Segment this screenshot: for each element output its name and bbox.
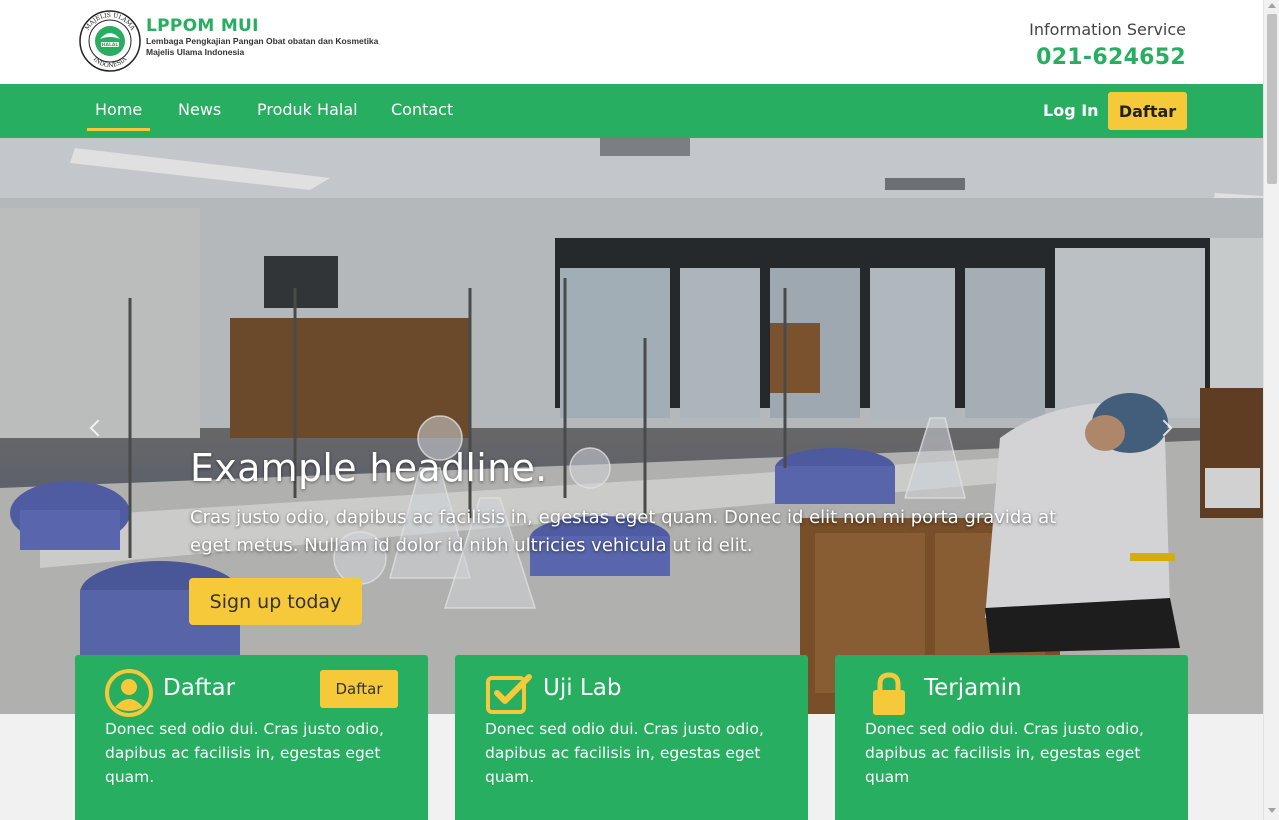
information-service: Information Service 021-624652 xyxy=(1029,20,1186,70)
svg-text:HALAL: HALAL xyxy=(102,42,119,48)
info-label: Information Service xyxy=(1029,20,1186,39)
page-scrollbar[interactable] xyxy=(1263,0,1279,820)
feature-card-uji-lab: Uji Lab Donec sed odio dui. Cras justo o… xyxy=(455,655,808,820)
hero-overlay xyxy=(0,138,1263,714)
scroll-down-icon[interactable] xyxy=(1268,808,1276,813)
feature-card-daftar: Daftar Daftar Donec sed odio dui. Cras j… xyxy=(75,655,428,820)
daftar-button[interactable]: Daftar xyxy=(1108,92,1187,130)
info-phone[interactable]: 021-624652 xyxy=(1029,45,1186,70)
card-body: Donec sed odio dui. Cras justo odio, dap… xyxy=(105,720,384,786)
nav-item-contact[interactable]: Contact xyxy=(391,100,453,119)
login-link[interactable]: Log In xyxy=(1043,101,1099,120)
card-title: Terjamin xyxy=(924,675,1022,701)
card-daftar-button[interactable]: Daftar xyxy=(320,670,398,708)
user-icon xyxy=(105,669,153,717)
lock-icon xyxy=(873,672,905,715)
main-nav: Home News Produk Halal Contact Log In Da… xyxy=(0,84,1263,138)
logo-subtitle-line-2: Majelis Ulama Indonesia xyxy=(146,47,245,57)
nav-item-home[interactable]: Home xyxy=(86,100,151,131)
card-body: Donec sed odio dui. Cras justo odio, dap… xyxy=(865,720,1144,786)
scroll-up-icon[interactable] xyxy=(1268,3,1276,8)
site-header: HALAL MAJELIS ULAMA INDONESIA LPPOM MUI … xyxy=(0,0,1263,84)
nav-item-produk-halal[interactable]: Produk Halal xyxy=(257,100,358,119)
hero-headline: Example headline. xyxy=(190,446,548,490)
checkbox-icon xyxy=(486,674,532,714)
nav-item-news[interactable]: News xyxy=(178,100,221,119)
mui-halal-seal-icon: HALAL MAJELIS ULAMA INDONESIA xyxy=(79,10,141,72)
logo-title: LPPOM MUI xyxy=(146,16,259,36)
logo-subtitle-line-1: Lembaga Pengkajian Pangan Obat obatan da… xyxy=(146,36,379,46)
scroll-thumb[interactable] xyxy=(1267,14,1277,184)
card-body: Donec sed odio dui. Cras justo odio, dap… xyxy=(485,720,764,786)
card-title: Uji Lab xyxy=(543,675,622,701)
hero-lead-text: Cras justo odio, dapibus ac facilisis in… xyxy=(190,507,1057,556)
hero-carousel: Example headline. Cras justo odio, dapib… xyxy=(0,138,1263,714)
card-title: Daftar xyxy=(163,675,236,701)
feature-card-terjamin: Terjamin Donec sed odio dui. Cras justo … xyxy=(835,655,1188,820)
signup-button[interactable]: Sign up today xyxy=(189,578,362,625)
logo-text: LPPOM MUI Lembaga Pengkajian Pangan Obat… xyxy=(146,16,378,58)
logo[interactable]: HALAL MAJELIS ULAMA INDONESIA LPPOM MUI … xyxy=(78,9,378,73)
